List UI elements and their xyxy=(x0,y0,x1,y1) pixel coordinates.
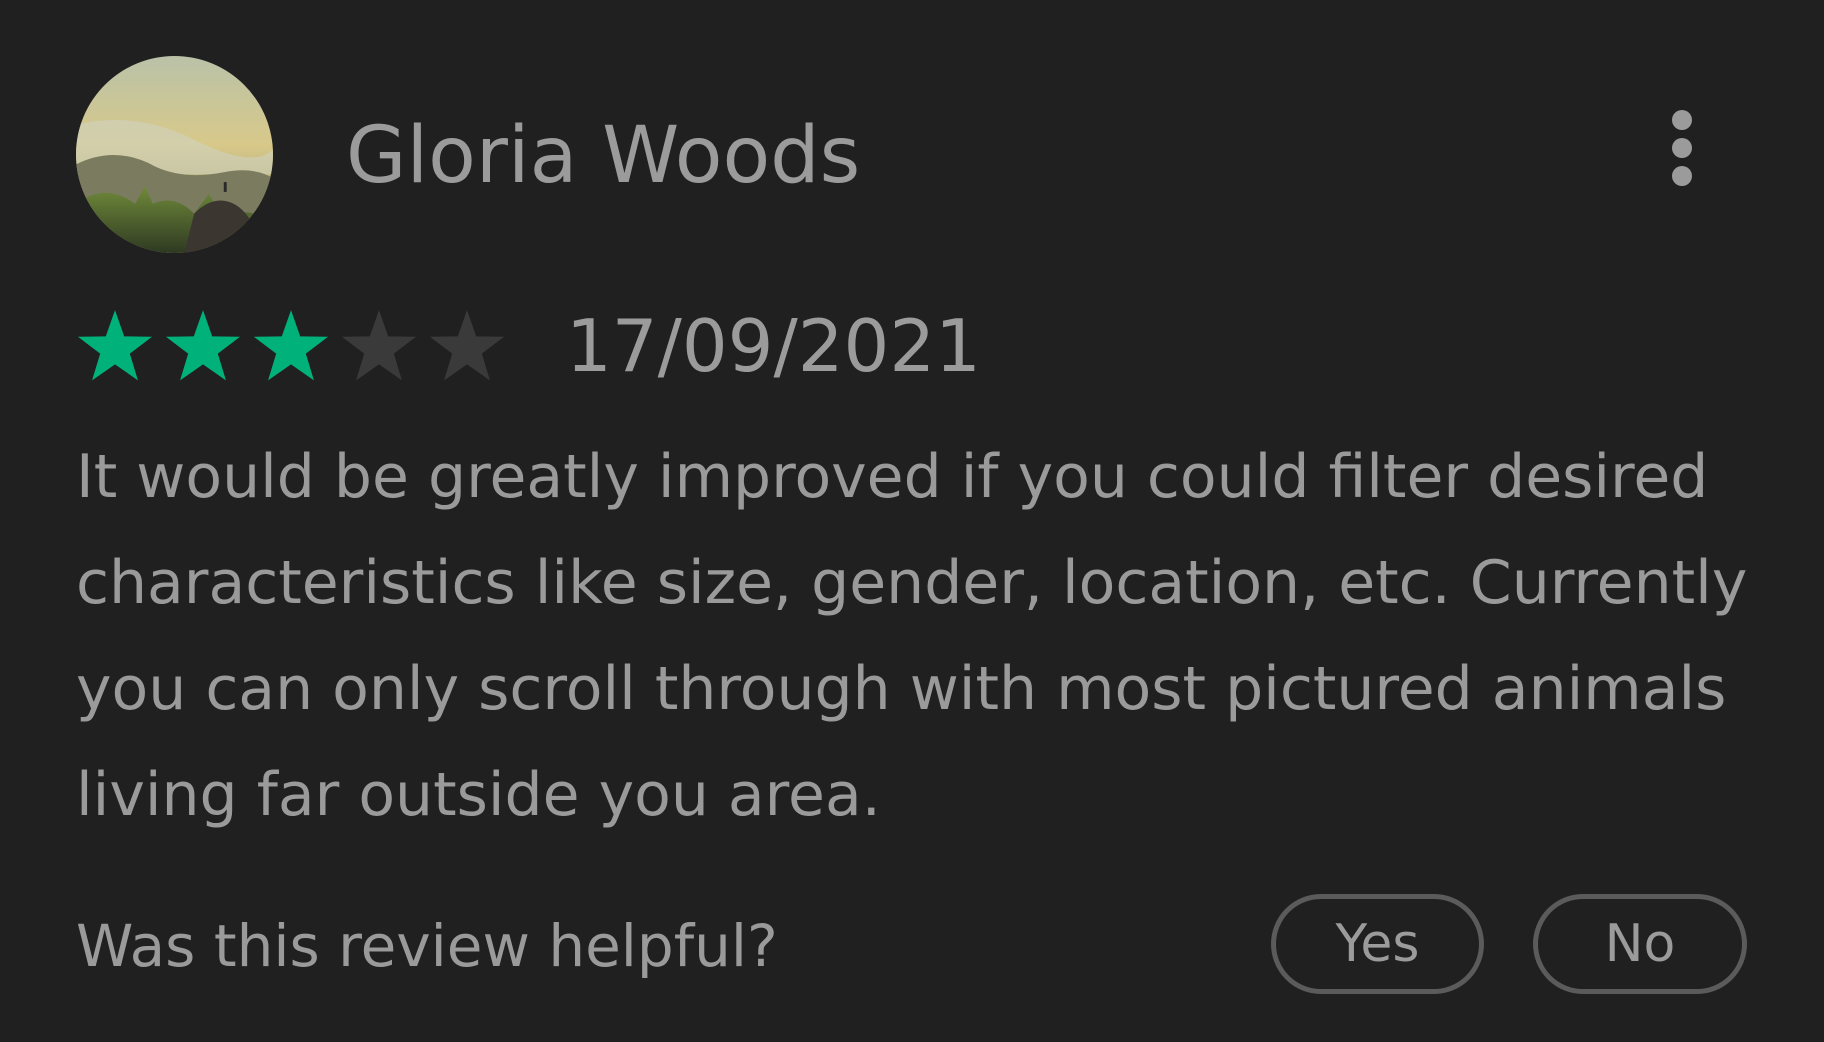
review-date: 17/09/2021 xyxy=(566,304,981,388)
reviewer-avatar xyxy=(76,56,273,253)
star-empty-icon xyxy=(429,310,505,381)
helpful-yes-button[interactable]: Yes xyxy=(1271,894,1484,994)
reviewer-name: Gloria Woods xyxy=(346,111,861,201)
star-empty-icon xyxy=(341,310,417,381)
star-rating xyxy=(76,307,516,385)
rating-row: 17/09/2021 xyxy=(76,306,981,386)
helpful-no-button[interactable]: No xyxy=(1533,894,1747,994)
more-options-button[interactable] xyxy=(1656,104,1708,192)
star-filled-icon xyxy=(253,310,329,381)
review-text: It would be greatly improved if you coul… xyxy=(76,442,1748,830)
star-filled-icon xyxy=(165,310,241,381)
star-filled-icon xyxy=(77,310,153,381)
more-vertical-icon xyxy=(1672,110,1692,186)
review-card: Gloria Woods 17/09/2021 It would be grea… xyxy=(0,0,1824,1042)
landscape-photo-icon xyxy=(76,56,273,253)
helpful-question: Was this review helpful? xyxy=(76,912,778,980)
